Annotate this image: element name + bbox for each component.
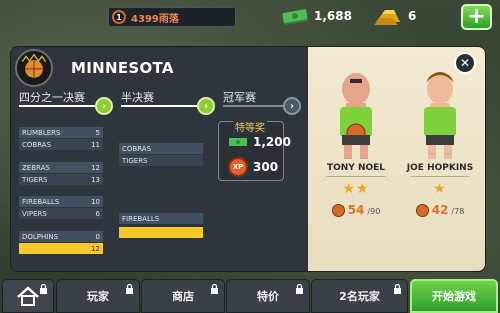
prize-xp: XP 300 xyxy=(228,157,278,177)
cash-icon xyxy=(282,9,308,25)
semifinal-team-row: COBRAS xyxy=(119,143,203,154)
round-quarterfinal-line xyxy=(19,105,95,107)
player-profile[interactable]: 1 4399雨落 xyxy=(108,7,236,27)
bracket-team-row: VIPERS 6 xyxy=(19,208,103,219)
tab-deals[interactable]: 特价 xyxy=(226,279,310,313)
bracket-section: MINNESOTA 四分之一决赛 › 半决赛 › 冠军赛 › RUMBLERS 5… xyxy=(11,47,308,271)
team-name: MINNESOTA xyxy=(71,59,174,77)
bracket-team-row: COBRAS 11 xyxy=(19,139,103,150)
arrow-right-icon: › xyxy=(283,97,301,115)
home-button[interactable] xyxy=(2,279,54,313)
cash-icon xyxy=(229,138,247,146)
player-card[interactable]: TONY NOEL ★★ 54 /90 xyxy=(316,47,396,271)
round-final-label: 冠军赛 xyxy=(223,91,256,104)
tab-player[interactable]: 玩家 xyxy=(56,279,140,313)
arrow-right-icon: › xyxy=(197,97,215,115)
player-name: TONY NOEL xyxy=(326,163,386,173)
tournament-panel: MINNESOTA 四分之一决赛 › 半决赛 › 冠军赛 › RUMBLERS 5… xyxy=(10,46,486,272)
player-name: 4399雨落 xyxy=(131,13,179,25)
player-name: JOE HOPKINS xyxy=(406,163,474,173)
round-semifinal-line xyxy=(121,105,197,107)
start-game-button[interactable]: 开始游戏 xyxy=(410,279,498,313)
bracket-team-row-mine: 12 xyxy=(19,243,103,254)
prize-title: 特等奖 xyxy=(233,119,267,134)
close-button[interactable]: ✕ xyxy=(454,52,476,74)
player-stat: 42 /78 xyxy=(400,203,480,217)
bracket-team-row: DOLPHINS 0 xyxy=(19,231,103,242)
lock-icon xyxy=(296,284,303,294)
player-avatar-icon xyxy=(340,73,372,159)
name-divider xyxy=(326,176,386,177)
gold-amount: 6 xyxy=(408,9,417,23)
team-logo-icon xyxy=(15,49,53,87)
player-card[interactable]: JOE HOPKINS ★ 42 /78 xyxy=(400,47,480,271)
lock-icon xyxy=(211,284,218,294)
bracket-team-row: FIREBALLS 10 xyxy=(19,196,103,207)
star-rating: ★ xyxy=(433,181,447,197)
xp-icon: XP xyxy=(228,157,248,177)
players-section: TONY NOEL ★★ 54 /90 JOE HOPKINS ★ 42 /78 xyxy=(308,47,485,271)
semifinal-team-row: FIREBALLS xyxy=(119,213,203,224)
tab-shop[interactable]: 商店 xyxy=(141,279,225,313)
tab-two-player[interactable]: 2名玩家 xyxy=(311,279,408,313)
bracket-team-row: ZEBRAS 12 xyxy=(19,162,103,173)
level-badge: 1 xyxy=(112,10,126,24)
round-semifinal-label: 半决赛 xyxy=(121,91,154,104)
name-divider xyxy=(410,176,470,177)
player-avatar-icon xyxy=(424,72,456,159)
top-bar: 1 4399雨落 1,688 6 + xyxy=(0,0,500,34)
arrow-right-icon: › xyxy=(95,97,113,115)
basketball-icon xyxy=(415,203,429,217)
lock-icon xyxy=(126,284,133,294)
add-currency-button[interactable]: + xyxy=(461,4,492,30)
home-icon xyxy=(17,286,39,306)
basketball-icon xyxy=(331,203,345,217)
cash-amount: 1,688 xyxy=(314,9,352,23)
prize-cash: 1,200 xyxy=(228,135,291,149)
round-final-line xyxy=(223,105,287,107)
lock-icon xyxy=(394,284,401,294)
bottom-nav: 玩家 商店 特价 2名玩家 开始游戏 xyxy=(0,275,500,313)
player-stat: 54 /90 xyxy=(316,203,396,217)
lock-icon xyxy=(40,284,47,294)
bracket-team-row: RUMBLERS 5 xyxy=(19,127,103,138)
round-quarterfinal-label: 四分之一决赛 xyxy=(19,91,85,104)
semifinal-team-row: TIGERS xyxy=(119,155,203,166)
bracket-team-row: TIGERS 13 xyxy=(19,174,103,185)
semifinal-team-row-mine xyxy=(119,227,203,238)
star-rating: ★★ xyxy=(342,181,370,197)
gold-bar-icon xyxy=(374,10,400,25)
